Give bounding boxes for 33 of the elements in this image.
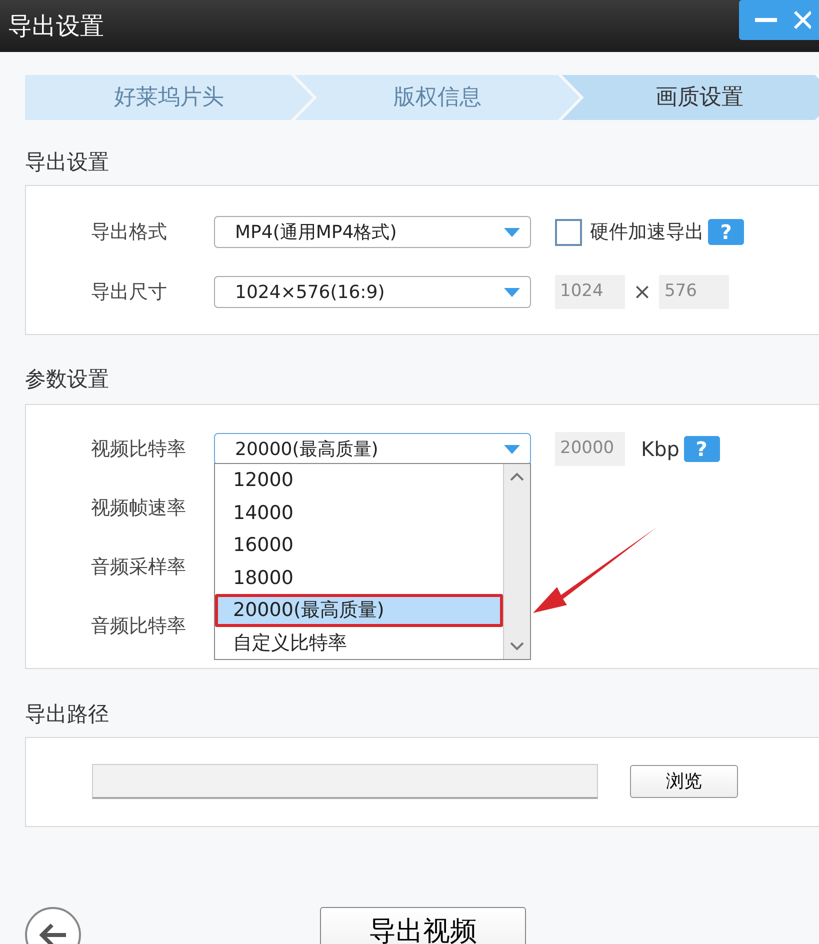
dropdown-option[interactable]: 16000 xyxy=(215,529,503,562)
scrollbar[interactable] xyxy=(503,464,530,659)
section-heading: 导出设置 xyxy=(25,149,110,176)
times-sign: × xyxy=(633,278,652,306)
field-label: 导出尺寸 xyxy=(90,280,168,305)
back-arrow-icon xyxy=(38,923,68,944)
dropdown-option[interactable]: 12000 xyxy=(215,464,503,496)
bitrate-dropdown[interactable]: 20000(最高质量) xyxy=(214,433,531,465)
path-field[interactable] xyxy=(92,764,598,799)
dropdown-option[interactable]: 20000(最高质量) xyxy=(215,594,503,626)
unit-label: Kbp xyxy=(641,436,680,463)
field-label: 视频比特率 xyxy=(90,436,187,462)
caret-icon xyxy=(504,288,520,296)
format-dropdown[interactable]: MP4(通用MP4格式) xyxy=(214,216,531,248)
field-label: 音频采样率 xyxy=(90,554,187,580)
caret-icon xyxy=(504,228,520,236)
dropdown-option[interactable]: 14000 xyxy=(215,496,503,529)
checkbox-label: 硬件加速导出 xyxy=(590,220,704,245)
field-label: 音频比特率 xyxy=(90,614,187,639)
size-dropdown[interactable]: 1024×576(16:9) xyxy=(214,276,531,308)
section-heading: 参数设置 xyxy=(25,366,110,393)
checkbox[interactable] xyxy=(555,218,582,246)
caret-icon xyxy=(504,444,520,454)
section-heading: 导出路径 xyxy=(25,701,110,728)
field-label: 导出格式 xyxy=(90,220,168,245)
close-icon[interactable] xyxy=(793,10,811,30)
dropdown-option[interactable]: 自定义比特率 xyxy=(215,626,503,659)
export-video-button[interactable]: 导出视频 xyxy=(320,907,526,944)
dropdown-option[interactable]: 18000 xyxy=(215,562,503,594)
field-label: 视频帧速率 xyxy=(90,496,187,521)
browse-button[interactable]: 浏览 xyxy=(630,765,738,798)
window-title: 导出设置 xyxy=(7,11,104,42)
step-tab[interactable]: 画质设置 xyxy=(562,75,819,120)
